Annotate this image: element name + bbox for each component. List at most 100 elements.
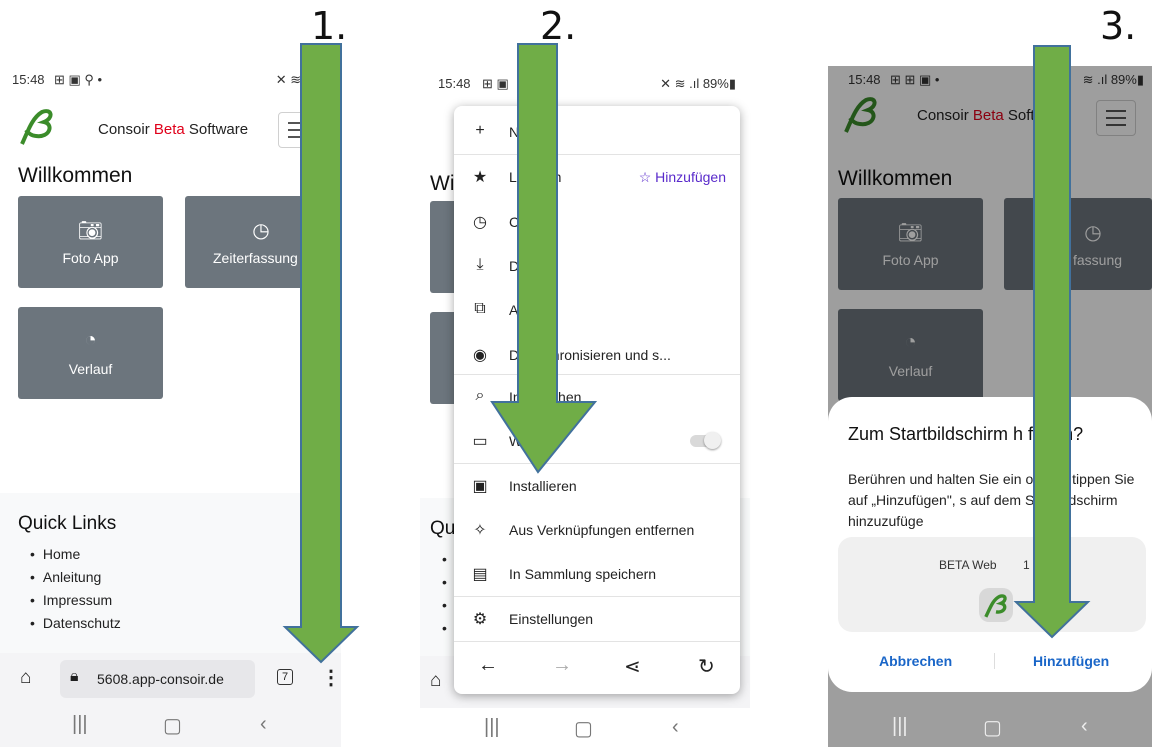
- step-3-label: 3.: [1100, 4, 1137, 48]
- menu-item-addons[interactable]: ⧉ A ns: [454, 288, 740, 332]
- menu-item-downloads[interactable]: ⤓ D oads: [454, 244, 740, 288]
- quick-links-list: Home Anleitung Impressum Datenschutz: [30, 543, 121, 635]
- widget-name: BETA Web: [939, 558, 997, 572]
- android-home-icon[interactable]: ▢: [574, 716, 593, 741]
- app-header: Consoir Beta Software: [0, 98, 341, 158]
- browser-overflow-menu: + N Tab ★ L eichen ☆ Hinzufügen ◷ C k ⤓ D oad…: [454, 106, 740, 694]
- tile-label: Verlauf: [68, 361, 113, 377]
- quick-link: [442, 571, 455, 594]
- tile-label: Foto App: [62, 250, 119, 266]
- cancel-button[interactable]: Abbrechen: [879, 653, 952, 669]
- gear-icon: ⚙: [472, 611, 488, 628]
- quick-link-datenschutz[interactable]: Datenschutz: [30, 612, 121, 635]
- home-icon[interactable]: ⌂: [430, 670, 441, 692]
- android-home-icon[interactable]: ▢: [163, 713, 182, 738]
- collection-icon: ▤: [472, 566, 488, 583]
- more-options-icon[interactable]: ⋮: [321, 665, 341, 690]
- menu-item-find-in-page[interactable]: ⌕ In e suchen: [454, 375, 740, 419]
- welcome-heading: Willkommen: [18, 164, 133, 187]
- status-time: 15:48: [438, 76, 471, 91]
- quick-links-title: Quick Links: [18, 513, 117, 534]
- beta-logo: [20, 109, 53, 145]
- clock-icon: ◷: [252, 220, 270, 242]
- menu-item-desktop-site[interactable]: ▭ Website: [454, 419, 740, 463]
- url-field[interactable]: 🔒︎ 5608.app-consoir.de: [60, 660, 255, 698]
- install-icon: ▣: [472, 478, 488, 495]
- history-icon: ◔: [84, 329, 97, 351]
- menu-item-new-tab[interactable]: + N Tab: [454, 110, 740, 154]
- menu-item-history[interactable]: ◷ C k: [454, 200, 740, 244]
- dialog-text: Berühren und halten Sie ein ol oder tipp…: [848, 471, 1135, 529]
- quick-link: [442, 617, 455, 640]
- back-icon[interactable]: ‹: [672, 716, 679, 739]
- quick-link: [442, 594, 455, 617]
- status-icons-left: ⊞ ▣ ⚲ •: [54, 72, 103, 87]
- android-nav-bar: ||| ▢ ‹: [828, 707, 1152, 747]
- account-icon: ◉: [473, 347, 487, 364]
- tile-verlauf[interactable]: ◔ Verlauf: [18, 307, 163, 399]
- welcome-heading: Wi: [430, 172, 455, 195]
- lock-icon: 🔒︎: [70, 668, 79, 685]
- menu-item-settings[interactable]: ⚙ Einstellungen: [454, 597, 740, 641]
- status-icons-right: ✕ ≋ .ıl 89%▮: [660, 76, 736, 91]
- share-icon[interactable]: ⋖: [624, 654, 641, 679]
- quick-link-anleitung[interactable]: Anleitung: [30, 566, 121, 589]
- tile-label: Zeiterfassung: [213, 250, 298, 266]
- app-icon: [979, 588, 1013, 622]
- phone-screen-1: 15:48 ⊞ ▣ ⚲ • ✕ ≋ .ıl 89 Consoir Beta So…: [0, 58, 341, 747]
- plus-icon: +: [475, 122, 485, 139]
- status-time: 15:48: [12, 72, 45, 87]
- reload-icon[interactable]: ↻: [698, 654, 715, 679]
- menu-item-sync[interactable]: ◉ D synchronisieren und s...: [454, 333, 740, 377]
- recents-icon[interactable]: |||: [892, 715, 908, 738]
- tile-zeiterfassung[interactable]: ◷ Zeiterfassung: [185, 196, 341, 288]
- widget-number: 1: [1023, 558, 1030, 572]
- step-1-label: 1.: [311, 4, 348, 48]
- menu-nav-bar: ← → ⋖ ↻: [454, 638, 740, 694]
- step-2-label: 2.: [540, 4, 577, 48]
- status-icons-right: ✕ ≋ .ıl 89: [275, 72, 333, 87]
- android-nav-bar: ||| ▢ ‹: [420, 708, 750, 747]
- camera-plus-icon: 📷︎: [77, 220, 104, 242]
- laptop-icon: ▭: [472, 433, 488, 450]
- quick-link: [442, 548, 455, 571]
- button-divider: [994, 653, 995, 669]
- menu-item-bookmark[interactable]: ★ L eichen ☆ Hinzufügen: [454, 155, 740, 199]
- tile-foto-app[interactable]: 📷︎ Foto App: [18, 196, 163, 288]
- menu-item-install[interactable]: ▣ Installieren: [454, 464, 740, 508]
- widget-preview-card[interactable]: BETA Web 1: [838, 537, 1146, 632]
- home-icon[interactable]: ⌂: [20, 667, 31, 689]
- browser-toolbar: ⌂ 🔒︎ 5608.app-consoir.de 7 ⋮: [0, 653, 341, 705]
- url-text: 5608.app-consoir.de: [97, 671, 224, 687]
- status-bar: 15:48 ⊞ ▣ ⚲ • ✕ ≋ .ıl 89: [0, 58, 341, 98]
- add-button[interactable]: Hinzufügen: [1033, 653, 1109, 669]
- back-icon[interactable]: ‹: [1081, 715, 1088, 738]
- clock-icon: ◷: [473, 214, 487, 231]
- search-icon: ⌕: [475, 387, 485, 404]
- add-to-homescreen-dialog: Zum Startbildschirm h fügen? Berühren un…: [828, 397, 1152, 692]
- android-home-icon[interactable]: ▢: [983, 715, 1002, 740]
- tab-counter-button[interactable]: 7: [277, 669, 294, 685]
- puzzle-icon: ⧉: [474, 300, 486, 317]
- forward-arrow-icon[interactable]: →: [552, 654, 572, 677]
- recents-icon[interactable]: |||: [484, 716, 500, 739]
- menu-item-remove-shortcut[interactable]: ✧ Aus Verknüpfungen entfernen: [454, 508, 740, 552]
- hamburger-menu-button[interactable]: [278, 112, 318, 148]
- pin-off-icon: ✧: [473, 522, 487, 539]
- menu-item-save-collection[interactable]: ▤ In Sammlung speichern: [454, 552, 740, 596]
- back-arrow-icon[interactable]: ←: [478, 654, 498, 677]
- desktop-site-toggle[interactable]: [690, 432, 721, 449]
- download-icon: ⤓: [476, 256, 484, 273]
- android-nav-bar: ||| ▢ ‹: [0, 705, 341, 747]
- status-icons-left: ⊞ ▣: [482, 76, 509, 91]
- dialog-title: Zum Startbildschirm h fügen?: [848, 424, 1084, 444]
- brand-title: Consoir Beta Software: [98, 121, 249, 138]
- quick-link-home[interactable]: Home: [30, 543, 121, 566]
- add-bookmark-button[interactable]: ☆ Hinzufügen: [639, 169, 726, 186]
- quick-links-title: Qu: [430, 518, 456, 539]
- quick-links-section: Quick Links Home Anleitung Impressum Dat…: [0, 493, 341, 653]
- back-icon[interactable]: ‹: [260, 713, 267, 736]
- recents-icon[interactable]: |||: [72, 713, 88, 736]
- status-bar: 15:48 ⊞ ▣ ✕ ≋ .ıl 89%▮: [420, 58, 750, 98]
- quick-link-impressum[interactable]: Impressum: [30, 589, 121, 612]
